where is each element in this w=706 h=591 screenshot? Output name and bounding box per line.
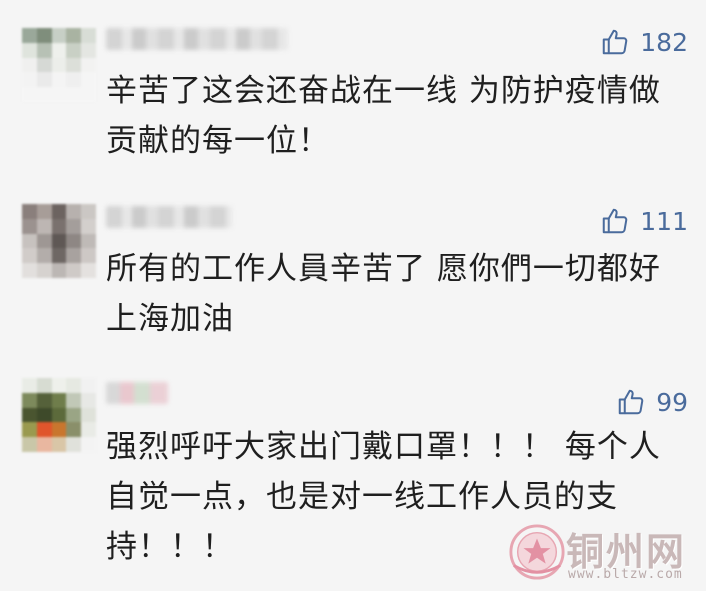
watermark: 铜州网 www.bltzw.com <box>508 521 698 587</box>
username-blurred[interactable] <box>106 206 232 228</box>
comment-line: 贡献的每一位！ <box>106 123 330 159</box>
avatar[interactable] <box>22 378 96 452</box>
comment-line: 上海加油 <box>106 301 234 337</box>
comment-text: 所有的工作人員辛苦了 愿你們一切都好 上海加油 <box>106 244 686 344</box>
thumbs-up-icon <box>603 208 628 234</box>
comment-text: 辛苦了这会还奋战在一线 为防护疫情做 贡献的每一位！ <box>106 66 686 166</box>
like-button[interactable]: 182 <box>600 25 688 59</box>
like-count: 182 <box>640 27 688 57</box>
site-logo-icon <box>509 524 565 580</box>
comment-line: 强烈呼吁大家出门戴口罩！！！ 每个人 <box>106 429 661 465</box>
like-button[interactable]: 99 <box>616 385 688 419</box>
avatar[interactable] <box>22 28 96 102</box>
comment-line: 自觉一点，也是对一线工作人员的支 <box>106 479 618 515</box>
comment-line: 辛苦了这会还奋战在一线 为防护疫情做 <box>106 73 661 109</box>
like-count: 111 <box>640 206 688 236</box>
like-button[interactable]: 111 <box>600 204 688 238</box>
avatar[interactable] <box>22 204 96 278</box>
like-count: 99 <box>656 387 688 417</box>
watermark-url: www.bltzw.com <box>568 567 683 582</box>
username-blurred[interactable] <box>106 382 168 404</box>
thumbs-up-icon <box>603 29 628 55</box>
comment-line: 所有的工作人員辛苦了 愿你們一切都好 <box>106 251 661 287</box>
username-blurred[interactable] <box>106 28 288 50</box>
thumbs-up-icon <box>618 389 644 415</box>
